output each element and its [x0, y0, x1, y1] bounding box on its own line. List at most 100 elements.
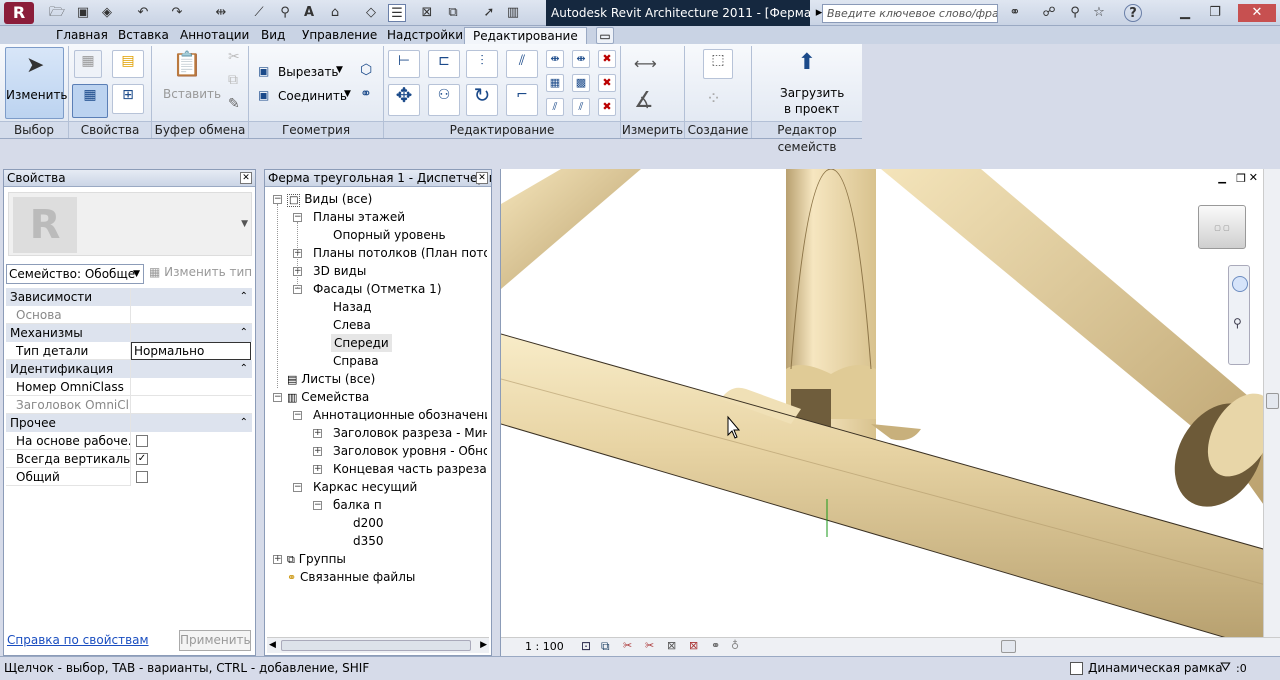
move-icon[interactable]: ✥: [388, 84, 420, 116]
section-icon[interactable]: ◇: [362, 4, 380, 22]
join-geometry-button[interactable]: Соединить: [278, 89, 347, 103]
tree-views[interactable]: □ Виды (все): [287, 190, 372, 208]
collapse-beam-icon[interactable]: −: [313, 501, 322, 510]
delete-icon[interactable]: ✖: [598, 98, 616, 116]
scale-icon[interactable]: ▩: [572, 74, 590, 92]
tab-manage[interactable]: Управление: [302, 27, 377, 44]
drawing-viewport[interactable]: ▁ ❐ ✕ ▢ ▢ ⚲ 1 : 100 ⊡ ⧉ ✂ ✂ ⊠ ⊠ ⚭ ♁: [500, 169, 1280, 656]
modify-button[interactable]: ➤ Изменить: [5, 47, 68, 119]
load-into-project-icon[interactable]: ⬆: [790, 50, 824, 80]
save-icon[interactable]: ▣: [74, 4, 92, 22]
scroll-right-icon[interactable]: ▶: [480, 640, 487, 650]
switch-windows-icon[interactable]: ⧉: [444, 4, 462, 22]
sync-icon[interactable]: ◈: [98, 4, 116, 22]
category-dependencies[interactable]: Зависимости ⌃: [6, 288, 252, 306]
tree-beam[interactable]: балка п: [333, 496, 382, 514]
tree-floor-plans[interactable]: Планы этажей: [313, 208, 405, 226]
tree-section-head[interactable]: Заголовок разреза - Миним: [333, 424, 487, 442]
thin-lines-icon[interactable]: ☰: [388, 4, 406, 22]
visual-style-icon[interactable]: ⧉: [601, 639, 610, 654]
crop-region-icon[interactable]: ⊠: [667, 639, 676, 652]
search-input[interactable]: Введите ключевое слово/фразу: [822, 4, 998, 23]
prop-omniclass-number-value[interactable]: [130, 378, 252, 396]
edit-type-button[interactable]: ▦ Изменить тип: [149, 265, 252, 279]
tree-d200[interactable]: d200: [353, 514, 384, 532]
tree-d350[interactable]: d350: [353, 532, 384, 550]
viewport-hscroll-thumb[interactable]: [1001, 640, 1016, 653]
create-group-icon[interactable]: ⬚: [703, 49, 733, 79]
tab-modify[interactable]: Редактирование: [464, 27, 587, 44]
trim-multiple-icon[interactable]: ⫽: [546, 98, 564, 116]
properties-close-icon[interactable]: ✕: [240, 172, 252, 184]
tree-elevations[interactable]: Фасады (Отметка 1): [313, 280, 442, 298]
tree-frame[interactable]: Каркас несущий: [313, 478, 417, 496]
family-select[interactable]: Семейство: Обобще ▼: [6, 264, 144, 284]
reveal-hidden-icon[interactable]: ♁: [731, 639, 739, 652]
tree-links[interactable]: ⚭ Связанные файлы: [287, 568, 415, 586]
array-icon[interactable]: ▦: [546, 74, 564, 92]
work-plane-checkbox[interactable]: [136, 435, 148, 447]
collapse-families-icon[interactable]: −: [273, 393, 282, 402]
scroll-left-icon[interactable]: ◀: [269, 640, 276, 650]
view-scale[interactable]: 1 : 100: [525, 640, 564, 653]
restore-icon[interactable]: ❐: [1206, 4, 1224, 22]
rotate-icon[interactable]: ↻: [466, 84, 498, 116]
tag-icon[interactable]: ⚲: [276, 4, 294, 22]
expand-groups-icon[interactable]: +: [273, 555, 282, 564]
tree-level-head[interactable]: Заголовок уровня - Обновле: [333, 442, 487, 460]
binoculars-icon[interactable]: ⚭: [1006, 4, 1024, 22]
pin-icon[interactable]: ✖: [598, 74, 616, 92]
angular-dimension-icon[interactable]: ∡: [634, 88, 654, 113]
viewport-vscroll-thumb[interactable]: [1266, 393, 1279, 409]
viewport-minimize-icon[interactable]: ▁: [1218, 173, 1226, 184]
copy-icon[interactable]: ⧉: [228, 72, 238, 88]
collapse-frame-icon[interactable]: −: [293, 483, 302, 492]
open-icon[interactable]: 🗁: [48, 4, 66, 22]
split-face-icon[interactable]: ⚭: [360, 86, 372, 102]
close-hidden-icon[interactable]: ⊠: [418, 4, 436, 22]
cut-dropdown-icon[interactable]: ▼: [336, 65, 343, 75]
tree-back[interactable]: Назад: [333, 298, 371, 316]
favorites-icon[interactable]: ☆: [1090, 4, 1108, 22]
ribbon-minimize-icon[interactable]: ▭: [596, 27, 614, 44]
apply-button[interactable]: Применить: [179, 630, 251, 651]
3d-view-icon[interactable]: ⌂: [326, 4, 344, 22]
browser-close-icon[interactable]: ✕: [476, 172, 488, 184]
tab-addins[interactable]: Надстройки: [387, 27, 463, 44]
measure-distance-icon[interactable]: ⟷: [634, 54, 657, 73]
minimize-icon[interactable]: ▁: [1176, 4, 1194, 22]
arrow-icon[interactable]: ➚: [480, 4, 498, 22]
viewport-restore-icon[interactable]: ❐: [1236, 172, 1246, 185]
create-similar-icon[interactable]: ⁘: [706, 88, 721, 109]
type-properties-icon[interactable]: ⊞: [112, 84, 144, 114]
sun-path-icon[interactable]: ✂: [623, 639, 632, 652]
category-mechanisms[interactable]: Механизмы ⌃: [6, 324, 252, 342]
hide-crop-icon[interactable]: ⊠: [689, 639, 698, 652]
browser-scroll-thumb[interactable]: [281, 640, 471, 651]
tree-front[interactable]: Спереди: [331, 334, 392, 352]
trim-icon[interactable]: ⌐: [506, 84, 538, 116]
split-icon[interactable]: ⇼: [546, 50, 564, 68]
help-icon[interactable]: ?: [1124, 4, 1142, 22]
collapse-views-icon[interactable]: −: [273, 195, 282, 204]
join-dropdown-icon[interactable]: ▼: [344, 89, 351, 99]
category-identification[interactable]: Идентификация ⌃: [6, 360, 252, 378]
tree-groups[interactable]: ⧉ Группы: [287, 550, 346, 568]
tree-annotations[interactable]: Аннотационные обозначения: [313, 406, 487, 424]
measure-icon[interactable]: ⇹: [212, 4, 230, 22]
app-menu-button[interactable]: R: [4, 2, 34, 24]
cut-icon[interactable]: ✂: [228, 49, 240, 65]
text-icon[interactable]: A: [300, 4, 318, 22]
offset-icon[interactable]: ⊏: [428, 50, 460, 78]
filter-icon[interactable]: ⛛: [1220, 660, 1231, 675]
redo-icon[interactable]: ↷: [168, 4, 186, 22]
undo-icon[interactable]: ↶: [134, 4, 152, 22]
close-icon[interactable]: ✕: [1238, 4, 1276, 22]
tree-section-tail[interactable]: Концевая часть разреза - Об: [333, 460, 487, 478]
expand-level-head-icon[interactable]: +: [313, 447, 322, 456]
tree-3d-views[interactable]: 3D виды: [313, 262, 366, 280]
cut-geometry-button[interactable]: Вырезать: [278, 65, 339, 79]
tree-right[interactable]: Справа: [333, 352, 379, 370]
always-vertical-checkbox[interactable]: ✓: [136, 453, 148, 465]
steering-wheel-icon[interactable]: [1232, 276, 1248, 292]
